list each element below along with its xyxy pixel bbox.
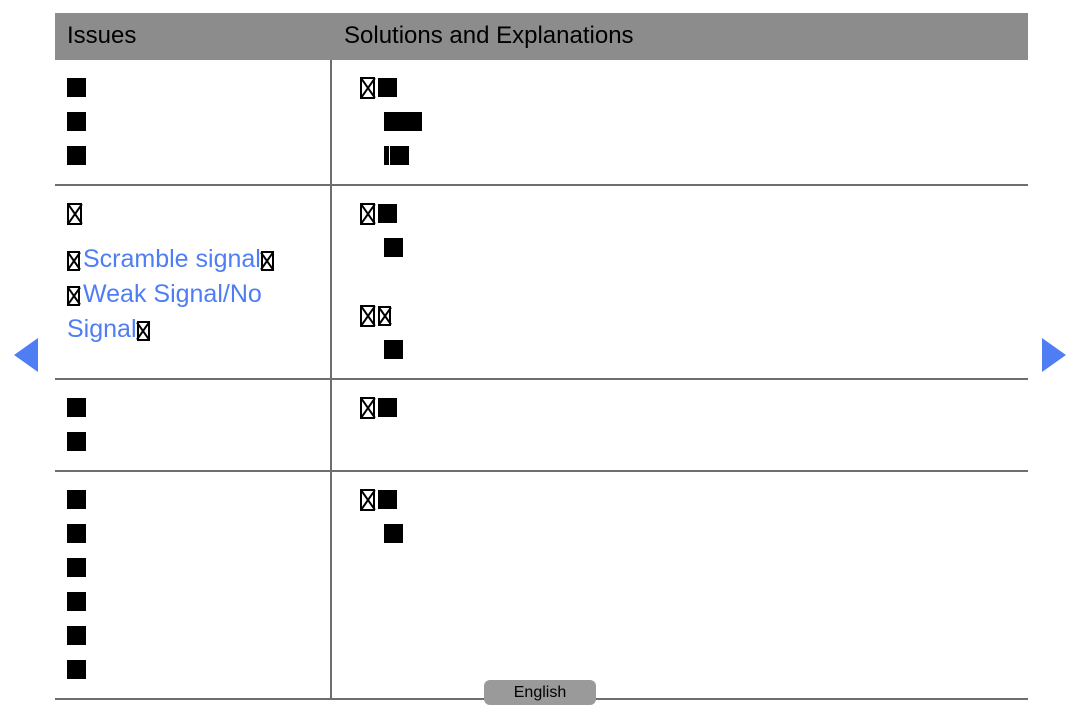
glyph-line [67, 70, 330, 104]
issues-cell [55, 470, 331, 700]
missing-glyph-box [67, 557, 86, 577]
missing-glyph-box-wide [384, 111, 422, 131]
solutions-cell [330, 59, 1028, 186]
glyph-line [67, 652, 330, 686]
glyph-line [67, 390, 330, 424]
table-header-row: Issues Solutions and Explanations [55, 13, 1028, 60]
language-button[interactable]: English [484, 680, 596, 705]
glyph-line [360, 196, 1028, 230]
missing-glyph-box [67, 431, 86, 451]
missing-glyph-box [384, 339, 403, 359]
glyph-line [360, 138, 1028, 172]
table-row [55, 470, 1028, 700]
missing-glyph-xbox [67, 202, 82, 225]
missing-glyph-box [67, 625, 86, 645]
missing-glyph-xbox [67, 285, 80, 306]
missing-glyph-box [378, 489, 397, 509]
issues-cell [55, 378, 331, 472]
glyph-line [360, 230, 1028, 264]
glyph-line [360, 298, 1028, 332]
missing-glyph-box [384, 237, 403, 257]
table-row: Scramble signal Weak Signal/No Signal [55, 184, 1028, 380]
issue-text: Weak Signal/No [83, 279, 262, 308]
issue-text-line: Scramble signal [67, 242, 330, 277]
glyph-line [67, 196, 330, 230]
missing-glyph-xbox [67, 250, 80, 271]
missing-glyph-xbox [360, 76, 375, 99]
missing-glyph-xbox [360, 202, 375, 225]
column-header-solutions: Solutions and Explanations [330, 13, 1028, 60]
missing-glyph-box [378, 397, 397, 417]
missing-glyph-box [67, 397, 86, 417]
issue-text-line: Weak Signal/No [67, 277, 330, 312]
missing-glyph-box [384, 523, 403, 543]
glyph-line [360, 482, 1028, 516]
glyph-line [67, 516, 330, 550]
missing-glyph-box [67, 523, 86, 543]
issue-text-block: Scramble signal Weak Signal/No Signal [67, 242, 330, 347]
missing-glyph-box [67, 659, 86, 679]
missing-glyph-xbox [360, 304, 375, 327]
missing-glyph-xbox [378, 305, 391, 326]
missing-glyph-box [390, 145, 409, 165]
triangle-left-icon[interactable] [14, 338, 38, 372]
issue-text: Scramble signal [83, 244, 261, 273]
glyph-line [67, 482, 330, 516]
glyph-line [360, 390, 1028, 424]
missing-glyph-box [67, 145, 86, 165]
solutions-cell [330, 184, 1028, 380]
missing-glyph-box [67, 77, 86, 97]
glyph-line [67, 104, 330, 138]
glyph-line [360, 70, 1028, 104]
issue-text-line: Signal [67, 312, 330, 347]
glyph-line [360, 104, 1028, 138]
missing-glyph-box [67, 489, 86, 509]
missing-glyph-box [378, 77, 397, 97]
glyph-line [67, 618, 330, 652]
issues-cell [55, 59, 331, 186]
glyph-line [67, 138, 330, 172]
glyph-line [360, 332, 1028, 366]
missing-glyph-xbox [360, 488, 375, 511]
missing-glyph-xbox [360, 396, 375, 419]
missing-glyph-xbox [260, 250, 274, 271]
glyph-line [67, 424, 330, 458]
solutions-cell [330, 378, 1028, 472]
table-row [55, 378, 1028, 472]
troubleshooting-table: Issues Solutions and Explanations Scramb… [55, 13, 1028, 700]
missing-glyph-box [378, 203, 397, 223]
glyph-line [67, 584, 330, 618]
missing-glyph-xbox [136, 320, 150, 341]
glyph-line [67, 550, 330, 584]
column-header-issues: Issues [55, 13, 331, 60]
table-row [55, 59, 1028, 186]
issue-text: Signal [67, 314, 137, 343]
triangle-right-icon[interactable] [1042, 338, 1066, 372]
solutions-cell [330, 470, 1028, 700]
table-header: Issues Solutions and Explanations [55, 13, 1028, 60]
glyph-line [360, 516, 1028, 550]
missing-glyph-bar [384, 145, 389, 165]
missing-glyph-box [67, 591, 86, 611]
table-body: Scramble signal Weak Signal/No Signal [55, 59, 1028, 700]
troubleshooting-table-container: Issues Solutions and Explanations Scramb… [55, 13, 1028, 700]
missing-glyph-box [67, 111, 86, 131]
issues-cell: Scramble signal Weak Signal/No Signal [55, 184, 331, 380]
